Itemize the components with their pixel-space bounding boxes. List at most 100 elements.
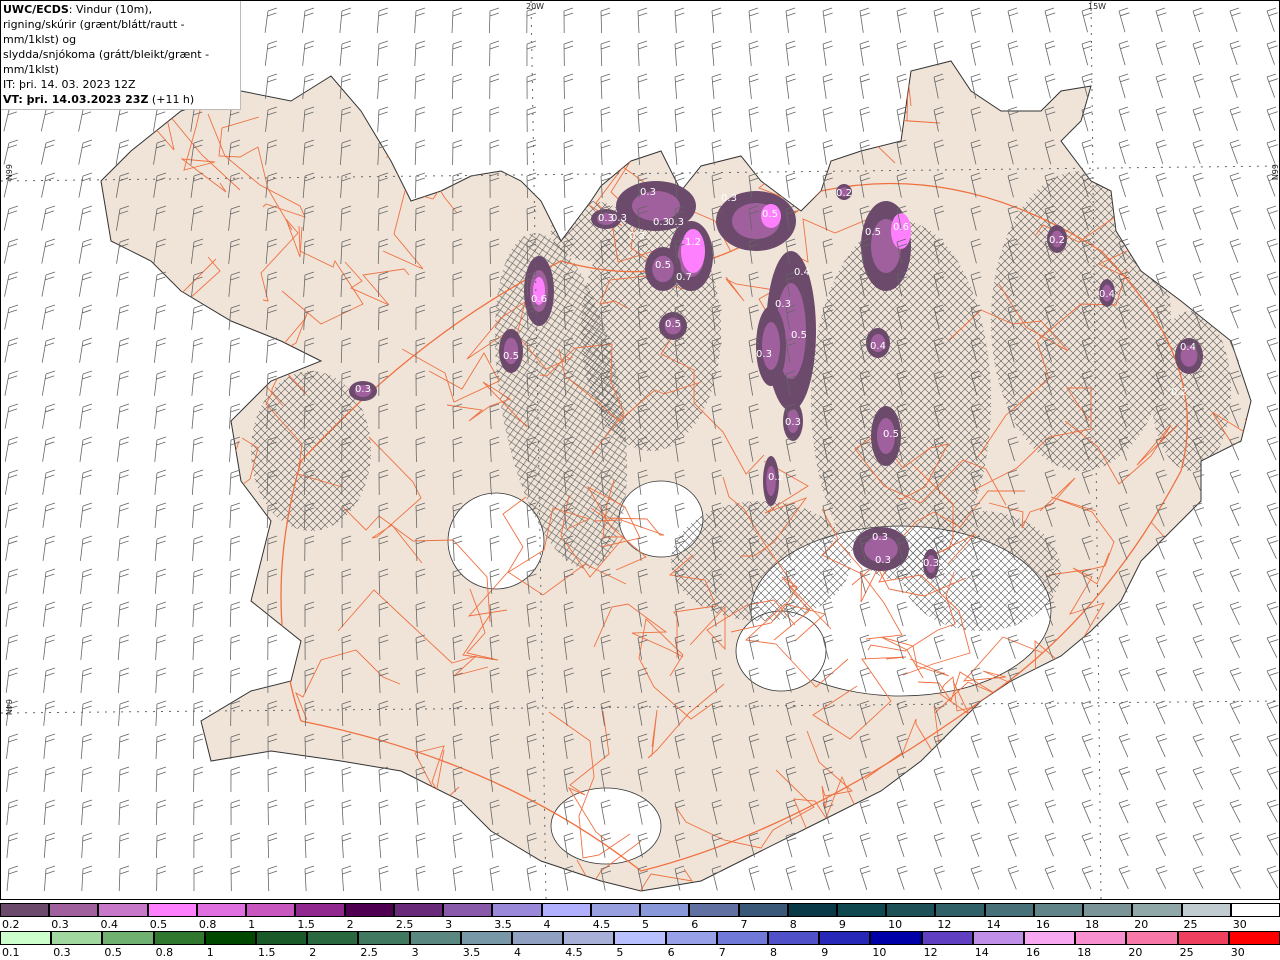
wind-barb [1044, 73, 1056, 99]
wind-barb-flag [1192, 172, 1203, 177]
wind-barb [933, 40, 945, 66]
wind-barb-flag [193, 634, 204, 639]
wind-barb-flag [748, 40, 759, 45]
wind-barb-flag [193, 606, 203, 611]
wind-barb-flag [861, 837, 871, 842]
title-line3: slydda/snjókoma (grátt/bleikt/grænt - mm… [3, 48, 210, 76]
wind-barb-staff [79, 406, 84, 429]
wind-barb-flag [489, 40, 500, 45]
wind-barb-flag [1157, 672, 1168, 676]
wind-barb [748, 40, 759, 66]
wind-barb-staff [1007, 10, 1014, 33]
wind-barb [229, 601, 241, 628]
wind-barb-staff [228, 406, 232, 429]
wind-barb-staff [264, 43, 269, 66]
wind-barb-flag [748, 139, 759, 144]
legend-tick-label: 0.1 [2, 946, 20, 959]
wind-barb-flag [489, 865, 500, 870]
wind-barb-flag [452, 177, 463, 182]
wind-barb-flag [637, 40, 648, 45]
wind-barb [78, 139, 93, 165]
wind-barb-flag [230, 804, 241, 809]
wind-barb [1266, 766, 1279, 790]
wind-barb-staff [785, 43, 790, 66]
wind-barb-flag [1194, 507, 1205, 511]
precip-value-label: 0.5 [865, 227, 881, 238]
wind-barb [452, 832, 463, 858]
wind-barb-flag [822, 832, 833, 837]
wind-barb-flag [1083, 111, 1093, 116]
wind-barb-staff [1229, 703, 1241, 724]
wind-barb-flag [1194, 45, 1204, 50]
wind-barb-flag [489, 144, 500, 149]
wind-barb-flag [45, 540, 55, 545]
wind-barb-staff [415, 802, 419, 825]
wind-barb-flag [8, 639, 18, 644]
wind-barb-staff [154, 373, 158, 396]
wind-barb-flag [82, 738, 92, 743]
wind-barb-flag [230, 507, 240, 512]
wind-barb-flag [1192, 238, 1203, 243]
wind-barb [526, 7, 537, 34]
wind-barb-flag [8, 667, 19, 672]
wind-barb-flag [1268, 276, 1279, 280]
wind-barb-flag [378, 832, 389, 837]
wind-barb-flag [230, 639, 240, 644]
wind-barb-flag [82, 205, 93, 210]
wind-barb-flag [1268, 474, 1279, 478]
wind-barb-staff [3, 142, 10, 165]
wind-barb-staff [859, 10, 864, 33]
wind-barb-flag [972, 870, 982, 875]
wind-barb-flag [341, 7, 352, 12]
wind-barb-flag [82, 436, 93, 441]
wind-barb-flag [935, 870, 945, 875]
wind-barb-flag [45, 469, 56, 474]
legend-swatch [295, 903, 345, 917]
wind-barb-flag [82, 634, 93, 639]
legend-tick-label: 25 [1183, 918, 1198, 931]
wind-barb-flag [119, 403, 130, 408]
wind-barb-flag [1231, 111, 1241, 116]
wind-barb-flag [1229, 304, 1240, 309]
wind-barb [1229, 832, 1242, 856]
wind-barb [1155, 733, 1168, 758]
wind-barb-staff [79, 373, 84, 396]
wind-barb [41, 370, 56, 396]
wind-barb [79, 436, 93, 462]
wind-barb-flag [638, 144, 648, 149]
precip-value-label: 0.3 [653, 217, 669, 228]
wind-barb-flag [563, 172, 574, 177]
legend-swatch [246, 903, 296, 917]
legend-swatch [1132, 903, 1182, 917]
wind-barb [191, 370, 204, 396]
wind-barb [1229, 469, 1242, 494]
wind-barb [1192, 865, 1205, 889]
wind-barb-flag [82, 441, 92, 446]
wind-barb-flag [1194, 573, 1205, 577]
wind-barb-flag [1231, 243, 1241, 248]
wind-barb-flag [637, 106, 648, 111]
wind-barb-flag [1268, 408, 1279, 412]
wind-barb [1229, 271, 1241, 296]
wind-barb-flag [230, 606, 240, 611]
wind-barb [193, 766, 204, 793]
wind-barb-flag [305, 837, 315, 842]
legend-snow-colorbar [0, 903, 1280, 917]
legend-tick-label: 4 [543, 918, 551, 931]
wind-barb-flag [1083, 45, 1093, 50]
wind-barb-flag [8, 139, 19, 144]
wind-barb-staff [414, 76, 417, 99]
wind-barb-staff [267, 868, 270, 892]
wind-barb-flag [45, 139, 56, 144]
wind-barb-flag [416, 804, 426, 809]
wind-barb-flag [1157, 45, 1167, 50]
wind-barb-flag [1120, 771, 1131, 775]
wind-barb [600, 106, 611, 132]
wind-barb-flag [933, 766, 944, 771]
wind-barb [116, 271, 130, 297]
wind-barb-flag [156, 469, 167, 474]
wind-barb [1192, 667, 1205, 692]
legend-swatch [1230, 903, 1280, 917]
wind-barb-flag [304, 45, 314, 50]
wind-barb-flag [44, 276, 55, 281]
